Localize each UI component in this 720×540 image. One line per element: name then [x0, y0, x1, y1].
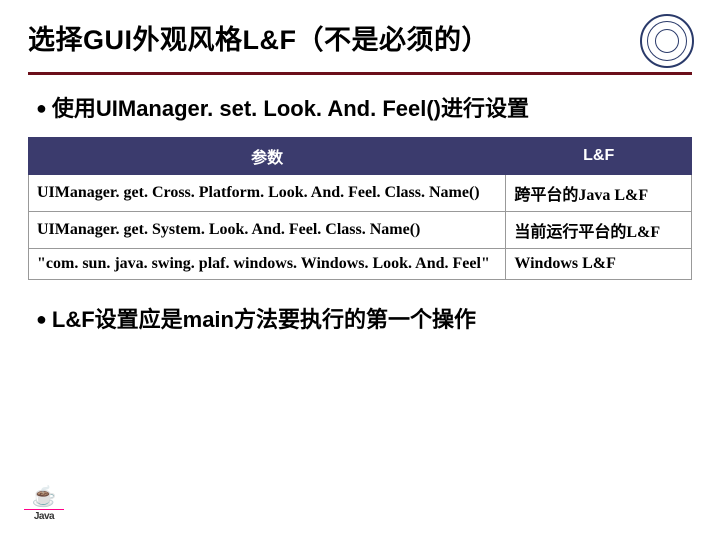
seal-inner-ring-icon	[655, 29, 679, 53]
slide-title: 选择GUI外观风格L&F（不是必须的）	[28, 18, 489, 63]
table-header-row: 参数 L&F	[29, 138, 692, 175]
table-row: "com. sun. java. swing. plaf. windows. W…	[29, 249, 692, 280]
java-cup-icon: ☕	[24, 487, 64, 507]
table-cell-param: "com. sun. java. swing. plaf. windows. W…	[29, 249, 506, 280]
java-logo: ☕ Java	[24, 487, 64, 522]
title-divider	[28, 72, 692, 75]
table-header-param: 参数	[29, 138, 506, 175]
university-seal-icon	[640, 14, 694, 68]
bullet-usage: 使用UIManager. set. Look. And. Feel()进行设置	[36, 91, 692, 123]
table-row: UIManager. get. Cross. Platform. Look. A…	[29, 175, 692, 212]
bullet-note: L&F设置应是main方法要执行的第一个操作	[36, 302, 692, 334]
java-logo-text: Java	[24, 509, 64, 522]
slide: 选择GUI外观风格L&F（不是必须的） 使用UIManager. set. Lo…	[0, 0, 720, 540]
table-cell-lf: 跨平台的Java L&F	[506, 175, 692, 212]
lookandfeel-table: 参数 L&F UIManager. get. Cross. Platform. …	[28, 137, 692, 280]
title-row: 选择GUI外观风格L&F（不是必须的）	[28, 18, 692, 68]
table-header-lf: L&F	[506, 138, 692, 175]
table-cell-lf: Windows L&F	[506, 249, 692, 280]
table-cell-param: UIManager. get. System. Look. And. Feel.…	[29, 212, 506, 249]
table-cell-lf: 当前运行平台的L&F	[506, 212, 692, 249]
table-row: UIManager. get. System. Look. And. Feel.…	[29, 212, 692, 249]
table-cell-param: UIManager. get. Cross. Platform. Look. A…	[29, 175, 506, 212]
